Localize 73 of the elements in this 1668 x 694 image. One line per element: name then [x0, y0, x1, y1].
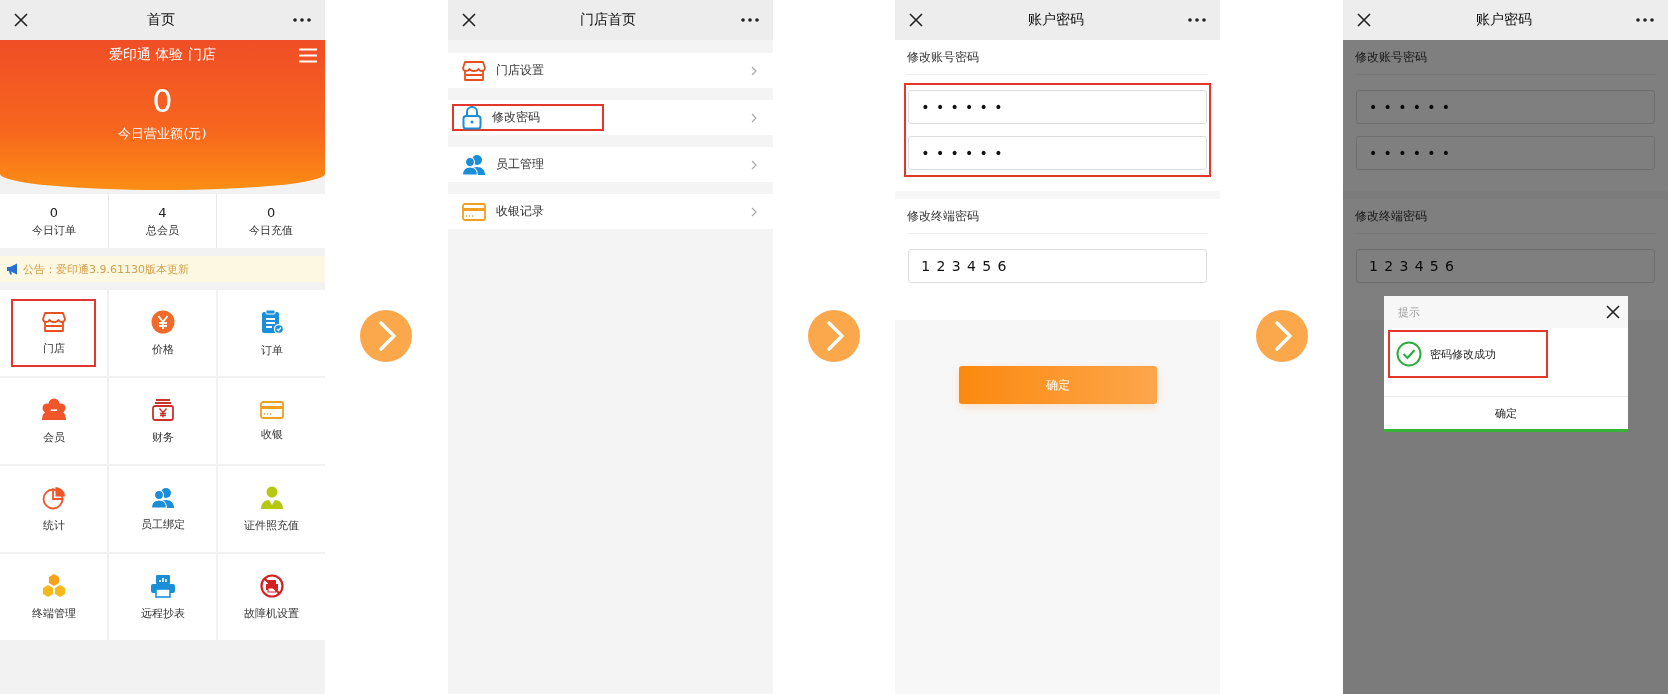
- page-title: 账户密码: [1027, 11, 1084, 29]
- section-label: 修改终端密码: [1355, 208, 1428, 225]
- hexagons-icon: [40, 573, 67, 598]
- menu-item[interactable]: 员工管理: [451, 151, 604, 178]
- shop-icon: [41, 310, 66, 333]
- dialog-title: 提示: [1398, 304, 1420, 320]
- stat-value: 0: [267, 204, 276, 220]
- menu-item[interactable]: 门店设置: [451, 57, 604, 84]
- stat-label: 今日充值: [249, 222, 294, 238]
- grid-item[interactable]: 订单: [229, 299, 314, 367]
- chevron-icon: [750, 112, 757, 123]
- chevron-icon: [750, 159, 757, 170]
- revenue-label: 今日营业额(元): [118, 125, 207, 144]
- menu-item[interactable]: 修改密码: [451, 104, 604, 131]
- users-icon: [40, 397, 67, 422]
- close-icon[interactable]: [1357, 13, 1371, 27]
- close-icon[interactable]: [14, 13, 28, 27]
- revenue-value: 0: [152, 84, 173, 120]
- megaphone-icon: [6, 263, 20, 275]
- close-icon[interactable]: [461, 13, 476, 27]
- check-circle-icon: [1396, 341, 1422, 367]
- grid-item[interactable]: 证件照充值: [229, 475, 314, 543]
- grid-item[interactable]: 统计: [11, 475, 96, 543]
- more-icon[interactable]: [293, 18, 311, 22]
- shop-icon: [461, 59, 486, 82]
- users-icon: [150, 486, 175, 509]
- stat-value: 0: [49, 204, 58, 220]
- menu-item[interactable]: 收银记录: [451, 198, 604, 225]
- input-field[interactable]: ••••••: [908, 90, 1208, 124]
- stat-label: 总会员: [146, 222, 179, 238]
- person-icon: [258, 485, 285, 510]
- close-icon[interactable]: [1606, 305, 1620, 319]
- input-field[interactable]: ••••••: [1356, 90, 1655, 124]
- pie-chart-icon: [41, 485, 66, 510]
- card-icon: [259, 400, 284, 419]
- page-title: 账户密码: [1475, 11, 1532, 29]
- input-field[interactable]: ••••••: [908, 136, 1208, 170]
- page-title: 首页: [146, 11, 175, 29]
- no-printer-icon: [259, 573, 284, 598]
- more-icon[interactable]: [1636, 18, 1654, 22]
- yen-icon: [150, 309, 175, 334]
- grid-item[interactable]: 员工绑定: [120, 475, 205, 543]
- grid-item[interactable]: 财务: [120, 387, 205, 455]
- stat-label: 今日订单: [31, 222, 76, 238]
- input-field[interactable]: 123456: [908, 249, 1208, 283]
- section-label: 修改账号密码: [1355, 49, 1428, 66]
- store-name: 爱印通 体验 门店: [109, 46, 216, 64]
- grid-item[interactable]: 会员: [11, 387, 96, 455]
- page-title: 门店首页: [580, 11, 637, 29]
- section-label: 修改账号密码: [907, 49, 981, 66]
- dialog-message: 密码修改成功: [1430, 346, 1496, 362]
- chevron-icon: [750, 65, 757, 76]
- grid-item[interactable]: 门店: [11, 299, 96, 367]
- grid-item[interactable]: 远程抄表: [120, 563, 205, 631]
- stat-value: 4: [158, 204, 167, 220]
- lock-icon: [461, 105, 482, 130]
- input-field[interactable]: 123456: [1356, 249, 1655, 283]
- grid-item[interactable]: 价格: [120, 299, 205, 367]
- grid-item[interactable]: 收银: [229, 387, 314, 455]
- printer-icon: [149, 573, 176, 598]
- clipboard-icon: [259, 308, 284, 335]
- cash-box-icon: [150, 397, 175, 422]
- grid-item[interactable]: 故障机设置: [229, 563, 314, 631]
- more-icon[interactable]: [740, 18, 759, 22]
- chevron-icon: [750, 206, 757, 217]
- users-icon: [461, 153, 486, 176]
- card-icon: [461, 202, 486, 221]
- menu-icon[interactable]: [299, 47, 317, 63]
- more-icon[interactable]: [1188, 18, 1207, 22]
- close-icon[interactable]: [909, 13, 924, 27]
- section-label: 修改终端密码: [907, 208, 981, 225]
- grid-item[interactable]: 终端管理: [11, 563, 96, 631]
- input-field[interactable]: ••••••: [1356, 136, 1655, 170]
